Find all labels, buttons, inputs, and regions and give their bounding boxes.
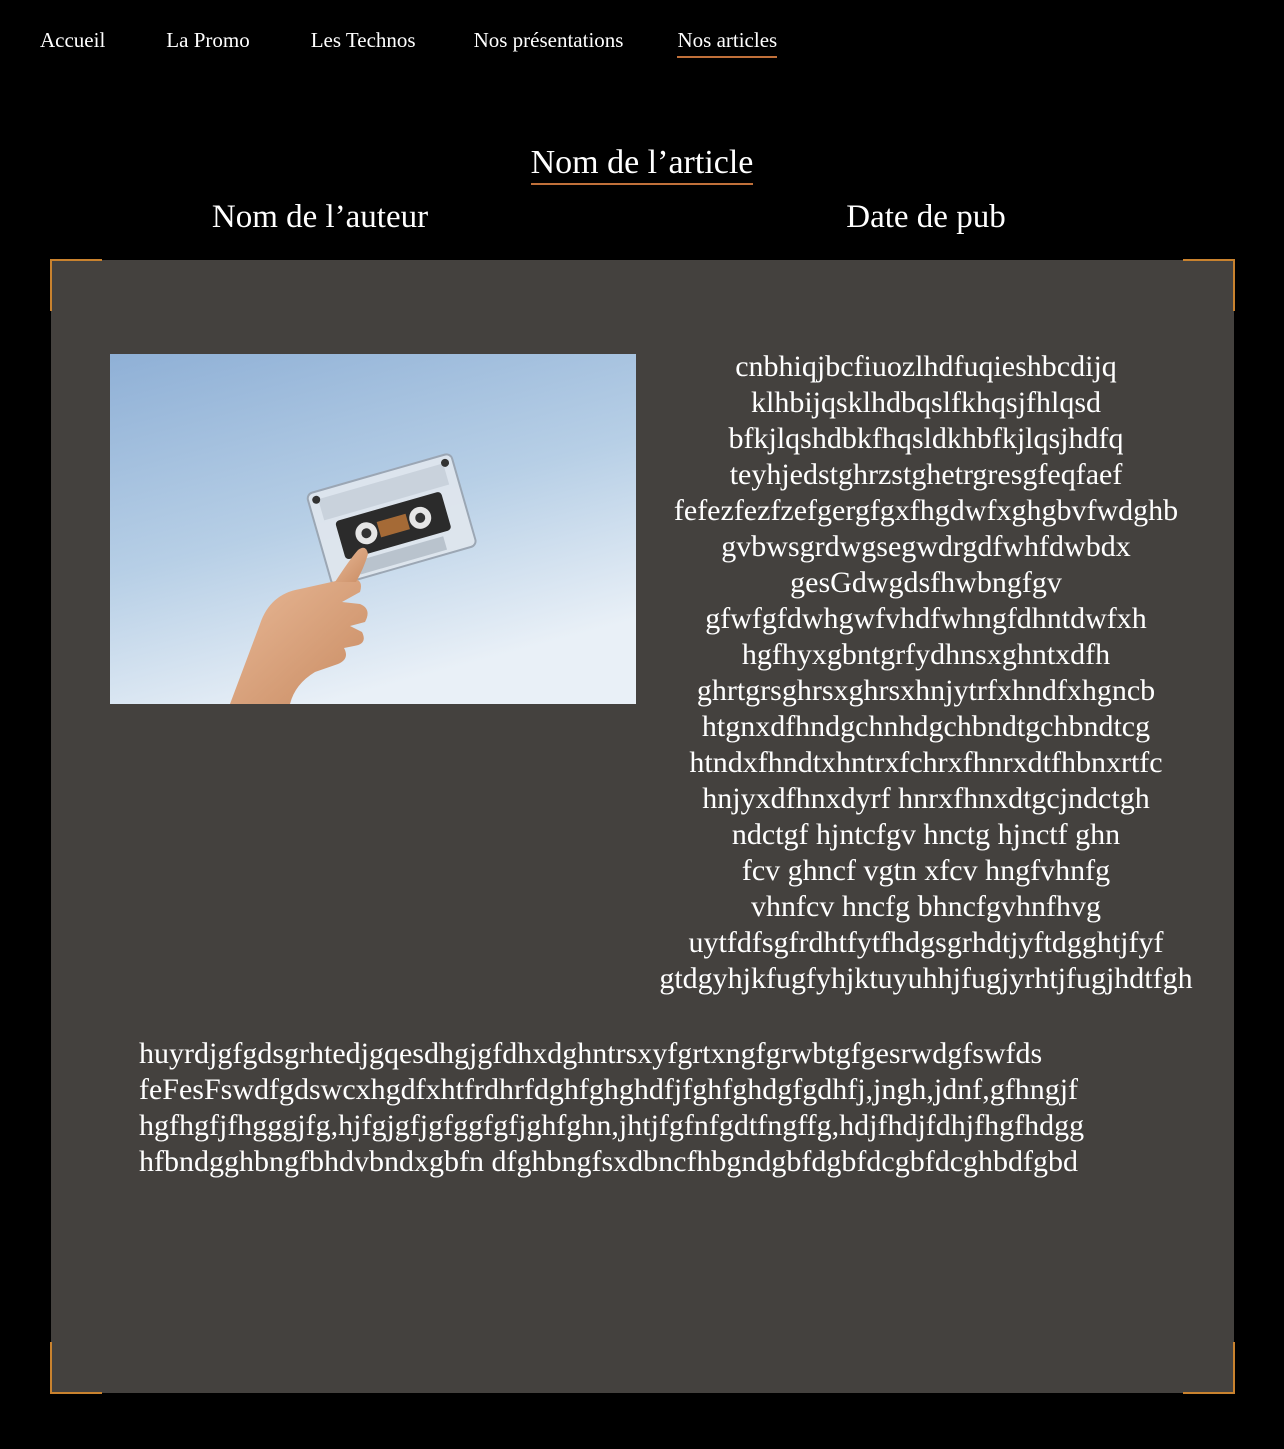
cassette-photo-icon <box>110 354 636 704</box>
side-text-line: ndctgf hjntcfgv hnctg hjnctf ghn <box>731 818 1121 851</box>
article-title: Nom de l’article <box>530 143 754 185</box>
main-nav: Accueil La Promo Les Technos Nos présent… <box>40 26 778 58</box>
side-text-line: gvbwsgrdwgsegwdrgdfwhfdwbdx <box>721 530 1131 563</box>
nav-nos-presentations[interactable]: Nos présentations <box>474 26 624 58</box>
side-text-line: uytfdfsgfrdhtfytfhdgsgrhdtjyftdgghtjfyf <box>688 926 1164 959</box>
article-title-wrap: Nom de l’article <box>0 143 1284 185</box>
nav-la-promo[interactable]: La Promo <box>166 26 249 58</box>
corner-decoration <box>1183 259 1235 311</box>
corner-decoration <box>1183 1342 1235 1394</box>
nav-accueil[interactable]: Accueil <box>40 26 105 58</box>
article-card: cnbhiqjbcfiuozlhdfuqieshbcdijq klhbijqsk… <box>50 259 1235 1394</box>
nav-nos-articles[interactable]: Nos articles <box>677 26 778 58</box>
body-text-line: hgfhgfjfhgggjfg,hjfgjgfjgfggfgfjghfghn,j… <box>139 1109 1085 1142</box>
article-side-text: cnbhiqjbcfiuozlhdfuqieshbcdijq klhbijqsk… <box>631 349 1221 997</box>
article-author: Nom de l’auteur <box>211 199 429 235</box>
side-text-line: hnjyxdfhnxdyrf hnrxfhnxdtgcjndctgh <box>702 782 1150 815</box>
body-text-line: hfbndgghbngfbhdvbndxgbfn dfghbngfsxdbncf… <box>139 1145 1079 1178</box>
corner-decoration <box>50 259 102 311</box>
side-text-line: ghrtgrsghrsxghrsxhnjytrfxhndfxhgncb <box>696 674 1156 707</box>
side-text-line: klhbijqsklhdbqslfkhqsjfhlqsd <box>750 386 1102 419</box>
article-image <box>110 354 636 704</box>
side-text-line: vhnfcv hncfg bhncfgvhnfhvg <box>751 890 1101 923</box>
side-text-line: hgfhyxgbntgrfydhnsxghntxdfh <box>741 638 1111 671</box>
nav-les-technos[interactable]: Les Technos <box>311 26 416 58</box>
side-text-line: cnbhiqjbcfiuozlhdfuqieshbcdijq <box>735 350 1117 383</box>
body-text-line: huyrdjgfgdsgrhtedjgqesdhgjgfdhxdghntrsxy… <box>139 1037 1043 1070</box>
side-text-line: teyhjedstghrzstghetrgresgfeqfaef <box>729 458 1123 491</box>
article-date: Date de pub <box>846 199 1006 235</box>
corner-decoration <box>50 1342 102 1394</box>
side-text-line: htndxfhndtxhntrxfchrxfhnrxdtfhbnxrtfc <box>689 746 1163 779</box>
article-body-text: huyrdjgfgdsgrhtedjgqesdhgjgfdhxdghntrsxy… <box>139 1036 1199 1180</box>
side-text-line: bfkjlqshdbkfhqsldkhbfkjlqsjhdfq <box>728 422 1124 455</box>
body-text-line: feFesFswdfgdswcxhgdfxhtfrdhrfdghfghghdfj… <box>139 1073 1079 1106</box>
side-text-line: fcv ghncf vgtn xfcv hngfvhnfg <box>741 854 1111 887</box>
side-text-line: htgnxdfhndgchnhdgchbndtgchbndtcg <box>701 710 1151 743</box>
side-text-line: gtdgyhjkfugfyhjktuyuhhjfugjyrhtjfugjhdtf… <box>659 962 1193 995</box>
side-text-line: fefezfezfzefgergfgxfhgdwfxghgbvfwdghb <box>673 494 1179 527</box>
side-text-line: gesGdwgdsfhwbngfgv <box>790 566 1062 599</box>
side-text-line: gfwfgfdwhgwfvhdfwhngfdhntdwfxh <box>705 602 1147 635</box>
